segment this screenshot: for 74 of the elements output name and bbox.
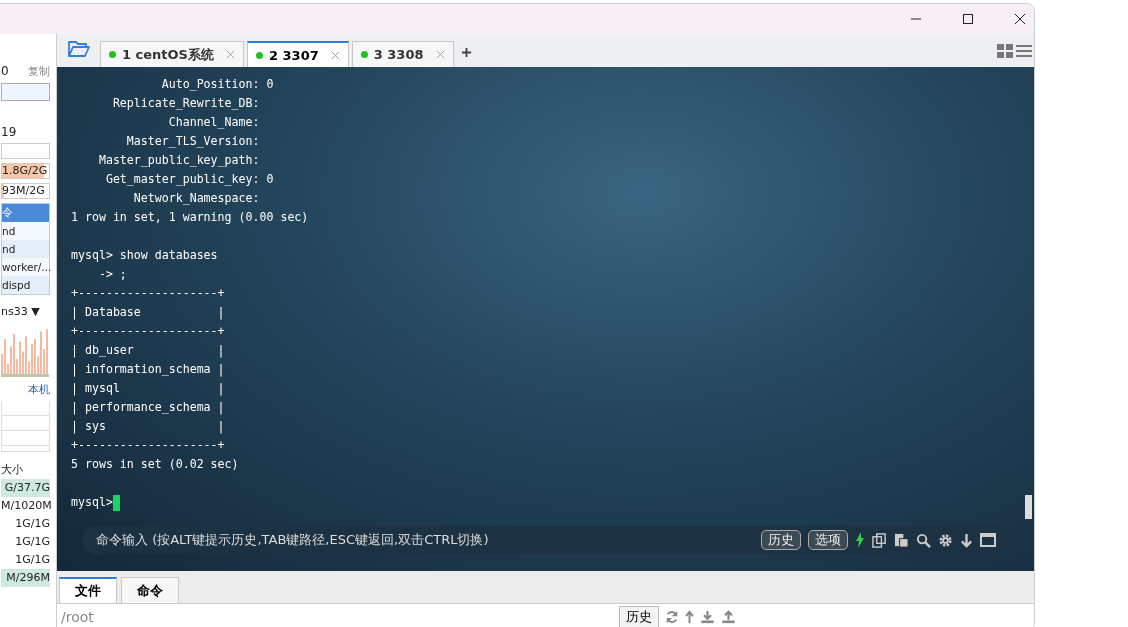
status-dot (109, 51, 116, 58)
up-arrow-icon[interactable] (685, 610, 694, 624)
interface-dropdown[interactable]: ns33 ▼ (1, 305, 50, 318)
status-dot (256, 51, 263, 59)
disk-usage-text: M/1020M (1, 499, 52, 512)
process-row[interactable]: worker/... (2, 258, 49, 276)
search-icon[interactable] (916, 532, 931, 548)
terminal-line: mysql> show databases (71, 248, 218, 262)
window-icon[interactable] (980, 533, 996, 547)
status-dot (360, 51, 368, 58)
terminal-line: Master_public_key_path: (97, 153, 260, 167)
panel-tab[interactable]: 文件 (59, 577, 117, 603)
settings-icon[interactable] (938, 532, 953, 548)
history-button[interactable]: 历史 (619, 606, 659, 627)
terminal-line: -> ; (97, 267, 127, 281)
process-row[interactable]: dispd (2, 276, 49, 294)
terminal-line: +--------------------+ (71, 286, 225, 300)
top-value: 0 (1, 64, 9, 79)
terminal-line: | sys | (71, 419, 225, 433)
add-icon[interactable] (460, 47, 472, 58)
session-tab[interactable]: 1 centOS系统 (100, 41, 244, 67)
copy-link[interactable]: 复制 (28, 64, 50, 79)
down-arrow-icon[interactable] (960, 532, 973, 548)
process-header: 令 (2, 204, 49, 222)
download-icon[interactable] (700, 610, 715, 624)
memory-meter: 1.8G/2G (1, 163, 50, 179)
folder-icon[interactable] (67, 39, 91, 59)
command-bar-button[interactable]: 历史 (761, 530, 801, 550)
terminal-line: | db_user | (71, 343, 225, 357)
host-link[interactable]: 本机 (1, 382, 50, 397)
disk-usage-text: G/37.7G (4, 481, 50, 494)
terminal-line: Get_master_public_key: 0 (104, 172, 274, 186)
grid-icon[interactable] (997, 44, 1013, 58)
disk-usage-text: 1G/1G (15, 535, 50, 548)
terminal-line: +--------------------+ (71, 438, 225, 452)
disk-usage-text: M/296M (6, 571, 50, 584)
paste-icon[interactable] (894, 532, 909, 548)
process-row[interactable]: nd (2, 240, 49, 258)
terminal-line: Replicate_Rewrite_DB: (111, 96, 260, 110)
terminal-line: Master_TLS_Version: (125, 134, 260, 148)
uptime-text: 19 (1, 125, 18, 139)
terminal-line: 1 row in set, 1 warning (0.00 sec) (71, 210, 309, 224)
session-tab[interactable]: 3 3308 (351, 41, 454, 67)
maximize-icon[interactable] (962, 13, 974, 25)
panel-tab[interactable]: 命令 (121, 577, 179, 603)
terminal-line: Network_Namespace: (132, 191, 260, 205)
terminal-line: | mysql | (71, 381, 225, 395)
terminal-line: Auto_Position: 0 (160, 77, 274, 91)
menu-icon[interactable] (1016, 44, 1032, 58)
terminal-line: | information_schema | (71, 362, 225, 376)
terminal-line: mysql> (71, 495, 113, 509)
session-tab[interactable]: 2 3307 (247, 41, 349, 67)
close-icon[interactable] (1014, 13, 1026, 25)
upload-icon[interactable] (721, 610, 736, 624)
disk-header: 大小 (1, 462, 24, 478)
cursor-icon (112, 494, 120, 511)
terminal-line: 5 rows in set (0.02 sec) (71, 457, 239, 471)
memory-meter: 93M/2G (1, 183, 50, 199)
command-input-field[interactable]: 命令输入 (按ALT键提示历史,TAB键路径,ESC键返回,双击CTRL切换) 历史 选项 (82, 526, 1010, 554)
process-row[interactable]: nd (2, 222, 49, 240)
disk-usage-text: 1G/1G (15, 517, 50, 530)
refresh-icon[interactable] (665, 610, 679, 624)
terminal-line: | performance_schema | (71, 400, 225, 414)
terminal-line: Channel_Name: (167, 115, 260, 129)
search-field[interactable] (1, 83, 50, 101)
command-bar-button[interactable]: 选项 (808, 530, 848, 550)
cpu-meter (1, 143, 50, 159)
latency-chart-background (1, 401, 50, 452)
lightning-icon[interactable] (855, 532, 865, 548)
scrollbar-thumb[interactable] (1025, 495, 1032, 519)
disk-usage-text: 1G/1G (15, 553, 50, 566)
copy-icon[interactable] (872, 532, 887, 548)
terminal-line: +--------------------+ (71, 324, 225, 338)
terminal-line: | Database | (71, 305, 225, 319)
